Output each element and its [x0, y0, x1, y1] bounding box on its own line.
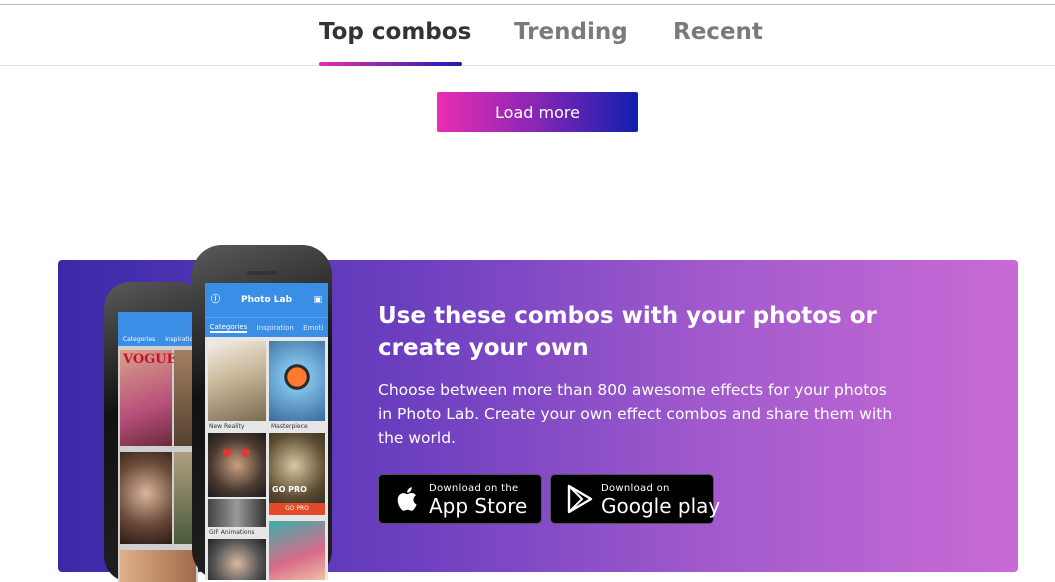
caption-gif: GIF Animations [209, 529, 255, 536]
portrait-tile [120, 452, 172, 544]
app-tab-inspiration: Inspiration [256, 323, 294, 332]
play-icon [567, 484, 593, 514]
front-phone-screen: ⓘ Photo Lab ▣ Categories Inspiration Emo… [205, 283, 328, 580]
front-phone: ⓘ Photo Lab ▣ Categories Inspiration Emo… [192, 245, 332, 580]
app-store-label: App Store [429, 494, 528, 518]
colorful-tile [269, 521, 325, 580]
go-pro-bar: GO PRO [269, 503, 325, 515]
masterpiece-tile [269, 341, 325, 421]
promo-title: Use these combos with your photos or cre… [378, 303, 877, 361]
vogue-text: VOGUE [123, 352, 177, 367]
back-phone-tab: Inspiratio [165, 335, 194, 343]
back-phone: Categories Inspiratio VOGUE [104, 282, 204, 582]
tab-trending[interactable]: Trending [514, 19, 628, 45]
gif-tile [208, 499, 266, 527]
hands-tile [208, 539, 266, 580]
tab-bar: Top combos Trending Recent [0, 5, 1055, 66]
app-store-caption: Download on the [429, 483, 519, 494]
new-reality-tile [208, 341, 266, 421]
tab-recent[interactable]: Recent [673, 19, 763, 45]
google-play-label: Google play [601, 494, 721, 518]
promo-description: Choose between more than 800 awesome eff… [378, 381, 893, 447]
info-icon: ⓘ [211, 295, 221, 305]
hearts-tile: ♥ ♥ [208, 433, 266, 497]
app-tab-categories: Categories [209, 322, 248, 333]
tab-top-combos[interactable]: Top combos [319, 19, 471, 45]
app-header: ⓘ Photo Lab ▣ [205, 283, 328, 317]
sketch-tile: GO PRO GO PRO [269, 433, 325, 515]
heart-icon: ♥ [240, 447, 251, 461]
caption-masterpiece: Masterpiece [271, 423, 308, 430]
google-play-button[interactable]: Download on Google play [550, 474, 720, 524]
app-tabs: Categories Inspiration Emoti [205, 317, 328, 337]
go-pro-badge: GO PRO [272, 485, 307, 494]
share-icon: ▣ [313, 295, 322, 305]
active-tab-indicator [319, 62, 462, 66]
caption-new-reality: New Reality [209, 423, 245, 430]
app-title: Photo Lab [240, 295, 293, 305]
vogue-tile: VOGUE [120, 350, 177, 446]
back-phone-screen: Categories Inspiratio VOGUE [118, 312, 198, 582]
load-more-button[interactable]: Load more [437, 92, 638, 132]
google-play-caption: Download on [601, 483, 670, 494]
app-tab-emoti: Emoti [303, 323, 324, 332]
app-store-button[interactable]: Download on the App Store [378, 474, 542, 524]
back-phone-tab: Categories [122, 335, 156, 343]
heart-icon: ♥ [222, 447, 233, 461]
apple-icon [397, 487, 417, 511]
